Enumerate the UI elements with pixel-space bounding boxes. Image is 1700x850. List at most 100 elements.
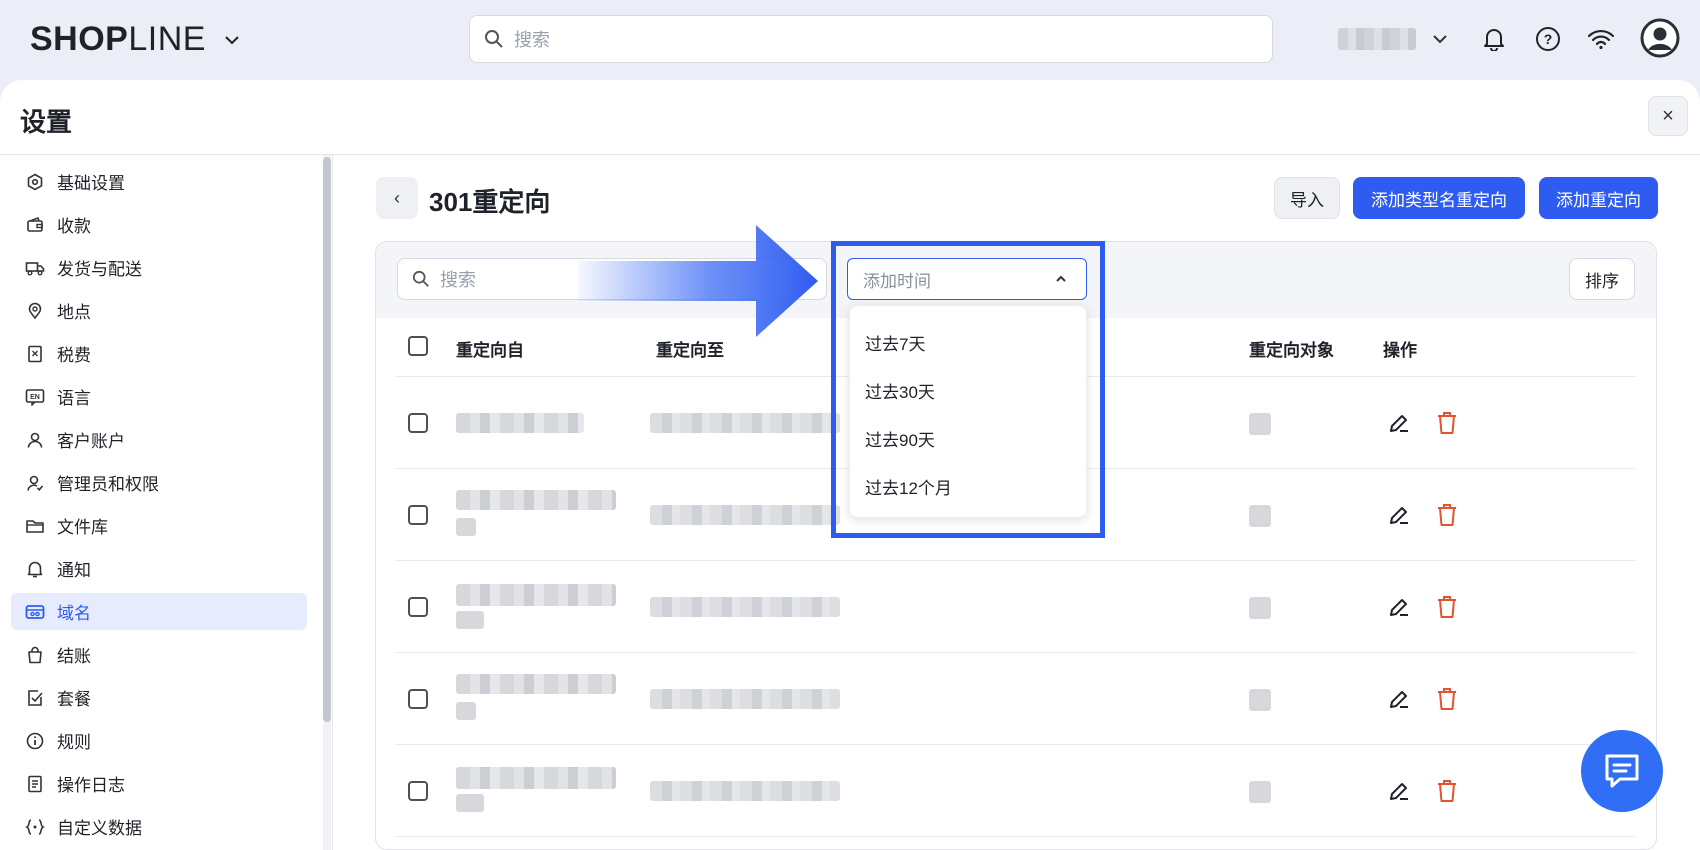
svg-text:EN: EN	[30, 394, 40, 401]
redirect-target-blurred	[1249, 597, 1271, 619]
sidebar-scrollbar-thumb[interactable]	[323, 157, 331, 722]
redirect-from-blurred	[456, 611, 484, 629]
row-divider	[395, 744, 1635, 745]
tax-receipt-icon	[25, 344, 45, 364]
row-checkbox[interactable]	[408, 689, 428, 709]
domain-icon	[25, 602, 45, 622]
svg-text:?: ?	[1544, 31, 1553, 47]
custom-data-icon	[25, 817, 45, 837]
search-placeholder: 搜索	[440, 270, 476, 290]
search-icon	[412, 270, 429, 287]
sidebar-item-plans[interactable]: 套餐	[11, 679, 307, 716]
sidebar-item-label: 管理员和权限	[57, 475, 159, 494]
redirect-from-blurred	[456, 702, 476, 720]
folder-icon	[25, 516, 45, 536]
wifi-icon[interactable]	[1584, 22, 1618, 56]
back-button[interactable]: ‹	[376, 177, 418, 219]
page-title: 301重定向	[429, 187, 551, 217]
sidebar-item-rules[interactable]: 规则	[11, 722, 307, 759]
bell-icon	[25, 559, 45, 579]
sidebar-item-domains[interactable]: 域名	[11, 593, 307, 630]
wallet-icon	[25, 215, 45, 235]
edit-icon[interactable]	[1386, 502, 1412, 528]
close-button[interactable]: ×	[1648, 96, 1688, 136]
row-checkbox[interactable]	[408, 413, 428, 433]
logo-bold-text: SHOP	[30, 20, 129, 58]
chevron-down-icon[interactable]	[224, 35, 240, 45]
add-type-redirect-button[interactable]: 添加类型名重定向	[1353, 177, 1525, 219]
column-header-to[interactable]: 重定向至	[656, 336, 724, 361]
location-pin-icon	[25, 301, 45, 321]
sidebar-item-taxes[interactable]: 税费	[11, 335, 307, 372]
language-icon: EN	[25, 387, 45, 407]
redirect-target-blurred	[1249, 413, 1271, 435]
sidebar-item-label: 地点	[57, 303, 91, 322]
edit-icon[interactable]	[1386, 686, 1412, 712]
help-icon[interactable]: ?	[1531, 22, 1565, 56]
dropdown-option-90-days[interactable]: 过去90天	[865, 426, 935, 451]
settings-header: 设置 ×	[0, 80, 1700, 155]
redirect-from-blurred	[456, 518, 476, 536]
sidebar-item-notifications[interactable]: 通知	[11, 550, 307, 587]
sidebar-item-admins[interactable]: 管理员和权限	[11, 464, 307, 501]
sidebar-item-label: 文件库	[57, 518, 108, 537]
settings-title: 设置	[20, 107, 73, 137]
chat-support-button[interactable]	[1581, 730, 1663, 812]
sidebar-item-shipping[interactable]: 发货与配送	[11, 249, 307, 286]
delete-icon[interactable]	[1434, 410, 1460, 436]
top-bar: SHOP LINE 搜索 ?	[0, 0, 1700, 80]
redirect-from-blurred	[456, 767, 616, 789]
shopline-logo[interactable]: SHOP LINE	[30, 20, 240, 59]
sidebar-item-custom-data[interactable]: 自定义数据	[11, 808, 307, 845]
settings-sidebar: 基础设置 收款 发货与配送 地点 税费 EN 语言 客户账户 管理员和权限 文件…	[0, 155, 333, 850]
sidebar-item-files[interactable]: 文件库	[11, 507, 307, 544]
add-redirect-button[interactable]: 添加重定向	[1539, 177, 1658, 219]
bell-icon[interactable]	[1477, 22, 1511, 56]
sidebar-item-activity-log[interactable]: 操作日志	[11, 765, 307, 802]
info-icon	[25, 731, 45, 751]
select-all-checkbox[interactable]	[408, 336, 428, 356]
sidebar-item-payments[interactable]: 收款	[11, 206, 307, 243]
dropdown-option-7-days[interactable]: 过去7天	[865, 330, 925, 355]
column-header-target[interactable]: 重定向对象	[1249, 336, 1334, 361]
row-checkbox[interactable]	[408, 505, 428, 525]
sidebar-item-basic-settings[interactable]: 基础设置	[11, 163, 307, 200]
sidebar-item-label: 收款	[57, 217, 91, 236]
sidebar-item-customer-accounts[interactable]: 客户账户	[11, 421, 307, 458]
avatar-icon[interactable]	[1640, 18, 1680, 58]
edit-icon[interactable]	[1386, 410, 1412, 436]
chevron-down-icon[interactable]	[1423, 22, 1457, 56]
sidebar-item-label: 客户账户	[57, 432, 125, 451]
sidebar-item-label: 自定义数据	[57, 819, 142, 838]
redirect-target-blurred	[1249, 689, 1271, 711]
redirect-from-blurred	[456, 584, 616, 606]
store-name-blurred[interactable]	[1338, 28, 1416, 50]
sort-button[interactable]: 排序	[1569, 258, 1635, 300]
column-header-from[interactable]: 重定向自	[456, 336, 524, 361]
global-search-input[interactable]: 搜索	[469, 15, 1273, 63]
dropdown-option-12-months[interactable]: 过去12个月	[865, 474, 952, 499]
sidebar-item-checkout[interactable]: 结账	[11, 636, 307, 673]
row-checkbox[interactable]	[408, 597, 428, 617]
delete-icon[interactable]	[1434, 778, 1460, 804]
column-header-actions: 操作	[1383, 341, 1417, 360]
delete-icon[interactable]	[1434, 686, 1460, 712]
sidebar-item-languages[interactable]: EN 语言	[11, 378, 307, 415]
chevron-up-icon	[1056, 275, 1066, 282]
dropdown-option-30-days[interactable]: 过去30天	[865, 378, 935, 403]
edit-icon[interactable]	[1386, 778, 1412, 804]
delete-icon[interactable]	[1434, 502, 1460, 528]
row-checkbox[interactable]	[408, 781, 428, 801]
redirect-from-blurred	[456, 490, 616, 510]
search-icon	[485, 30, 503, 48]
admin-user-icon	[25, 473, 45, 493]
delete-icon[interactable]	[1434, 594, 1460, 620]
chat-icon	[1605, 754, 1639, 788]
import-button[interactable]: 导入	[1274, 177, 1340, 219]
redirect-to-blurred	[650, 505, 840, 525]
global-search-placeholder: 搜索	[514, 30, 550, 50]
sidebar-item-locations[interactable]: 地点	[11, 292, 307, 329]
time-filter-select[interactable]: 添加时间	[847, 258, 1087, 300]
truck-icon	[25, 258, 45, 278]
edit-icon[interactable]	[1386, 594, 1412, 620]
